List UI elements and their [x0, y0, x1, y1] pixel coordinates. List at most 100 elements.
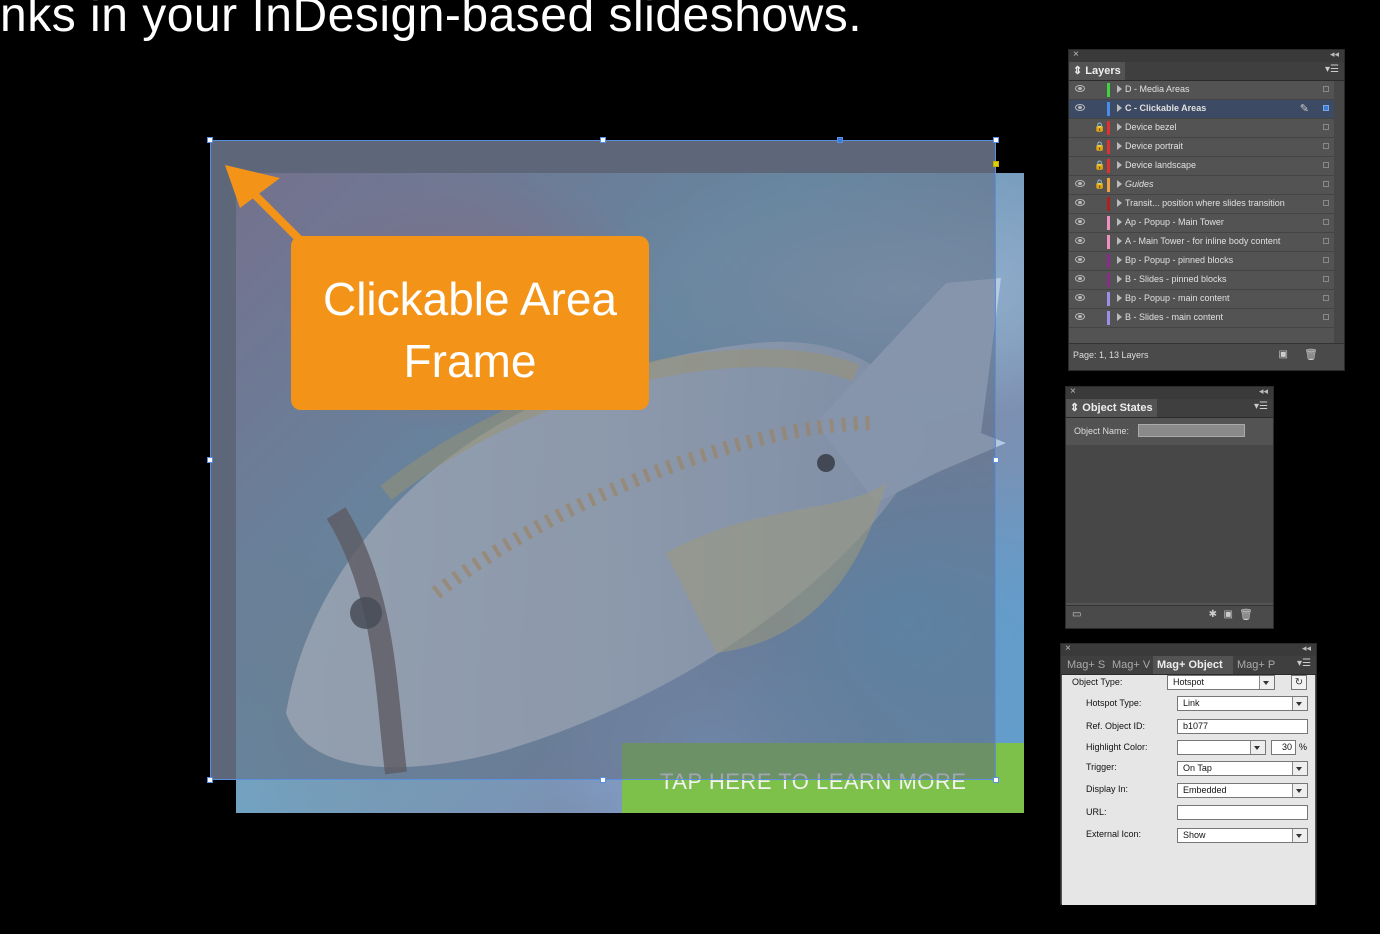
layer-target-square[interactable] — [1323, 162, 1329, 168]
layer-row[interactable]: B - Slides - pinned blocks — [1069, 271, 1343, 290]
layer-target-square[interactable] — [1323, 295, 1329, 301]
close-icon[interactable]: × — [1070, 386, 1076, 397]
close-icon[interactable]: × — [1065, 643, 1071, 654]
resize-handle-tr[interactable] — [993, 137, 999, 143]
eye-icon[interactable] — [1075, 256, 1085, 263]
layer-target-square[interactable] — [1323, 276, 1329, 282]
layer-row[interactable]: D - Media Areas — [1069, 81, 1343, 100]
expand-triangle-icon[interactable] — [1117, 161, 1122, 169]
expand-triangle-icon[interactable] — [1117, 294, 1122, 302]
hotspot-type-select[interactable]: Link — [1177, 696, 1308, 711]
corner-options-handle[interactable] — [993, 161, 999, 167]
layer-row[interactable]: A - Main Tower - for inline body content — [1069, 233, 1343, 252]
eye-icon[interactable] — [1075, 104, 1085, 111]
tab-mag-p[interactable]: Mag+ P — [1233, 656, 1283, 674]
convert-state-icon[interactable]: ✱ — [1209, 609, 1217, 620]
expand-triangle-icon[interactable] — [1117, 85, 1122, 93]
layer-row[interactable]: 🔒 Guides — [1069, 176, 1343, 195]
resize-handle-tl[interactable] — [207, 137, 213, 143]
object-name-input[interactable] — [1138, 424, 1245, 437]
layer-target-square[interactable] — [1323, 314, 1329, 320]
eye-icon[interactable] — [1075, 85, 1085, 92]
layer-target-square[interactable] — [1323, 143, 1329, 149]
expand-triangle-icon[interactable] — [1117, 104, 1122, 112]
trash-icon[interactable]: 🗑 — [1304, 348, 1318, 361]
expand-triangle-icon[interactable] — [1117, 142, 1122, 150]
resize-handle-anchor[interactable] — [837, 137, 843, 143]
layer-row[interactable]: 🔒 Device portrait — [1069, 138, 1343, 157]
layer-row[interactable]: Bp - Popup - pinned blocks — [1069, 252, 1343, 271]
layers-scrollbar[interactable] — [1334, 81, 1344, 345]
url-input[interactable] — [1177, 805, 1308, 820]
new-state-icon[interactable]: ▣ — [1224, 609, 1233, 620]
trash-icon[interactable]: 🗑 — [1239, 608, 1253, 621]
new-layer-icon[interactable]: ▣ — [1279, 349, 1288, 360]
object-type-select[interactable]: Hotspot — [1167, 675, 1275, 690]
layer-row[interactable]: 🔒 Device landscape — [1069, 157, 1343, 176]
tab-layers[interactable]: ⇕ Layers — [1069, 62, 1125, 80]
external-icon-select[interactable]: Show — [1177, 828, 1308, 843]
resize-handle-tm[interactable] — [600, 137, 606, 143]
layer-name: A - Main Tower - for inline body content — [1125, 236, 1281, 246]
tab-mag-object[interactable]: Mag+ Object — [1153, 656, 1233, 674]
eye-icon[interactable] — [1075, 180, 1085, 187]
layer-row[interactable]: 🔒 Device bezel — [1069, 119, 1343, 138]
layer-target-square[interactable] — [1323, 200, 1329, 206]
layer-target-square[interactable] — [1323, 124, 1329, 130]
highlight-color-select[interactable] — [1177, 740, 1266, 755]
layer-row[interactable]: Ap - Popup - Main Tower — [1069, 214, 1343, 233]
lock-icon[interactable]: 🔒 — [1094, 142, 1105, 151]
eye-icon[interactable] — [1075, 237, 1085, 244]
states-scrollbar[interactable] — [1263, 445, 1273, 603]
collapse-icon[interactable]: ◂◂ — [1302, 643, 1311, 654]
eye-icon[interactable] — [1075, 218, 1085, 225]
eye-icon[interactable] — [1075, 313, 1085, 320]
layer-target-square[interactable] — [1323, 181, 1329, 187]
expand-triangle-icon[interactable] — [1117, 180, 1122, 188]
collapse-icon[interactable]: ◂◂ — [1259, 386, 1268, 397]
expand-triangle-icon[interactable] — [1117, 123, 1122, 131]
layer-row[interactable]: Bp - Popup - main content — [1069, 290, 1343, 309]
tab-mag-v[interactable]: Mag+ V — [1108, 656, 1158, 674]
preview-icon[interactable]: ▭ — [1072, 609, 1081, 620]
ref-object-input[interactable]: b1077 — [1177, 719, 1308, 734]
layer-color-swatch — [1107, 273, 1110, 287]
lock-icon[interactable]: 🔒 — [1094, 180, 1105, 189]
layer-target-square[interactable] — [1323, 105, 1329, 111]
resize-handle-br[interactable] — [993, 777, 999, 783]
layer-target-square[interactable] — [1323, 257, 1329, 263]
expand-triangle-icon[interactable] — [1117, 199, 1122, 207]
lock-icon[interactable]: 🔒 — [1094, 123, 1105, 132]
collapse-icon[interactable]: ◂◂ — [1330, 49, 1339, 60]
tab-mag-s[interactable]: Mag+ S — [1063, 656, 1113, 674]
expand-triangle-icon[interactable] — [1117, 275, 1122, 283]
lock-icon[interactable]: 🔒 — [1094, 161, 1105, 170]
expand-triangle-icon[interactable] — [1117, 218, 1122, 226]
resize-handle-bm[interactable] — [600, 777, 606, 783]
panel-menu-icon[interactable]: ▾☰ — [1297, 658, 1311, 669]
resize-handle-bl[interactable] — [207, 777, 213, 783]
layer-row[interactable]: C - Clickable Areas ✎ — [1069, 100, 1343, 119]
expand-triangle-icon[interactable] — [1117, 237, 1122, 245]
layer-target-square[interactable] — [1323, 86, 1329, 92]
eye-icon[interactable] — [1075, 294, 1085, 301]
panel-menu-icon[interactable]: ▾☰ — [1254, 401, 1268, 412]
close-icon[interactable]: × — [1073, 49, 1079, 60]
tab-object-states[interactable]: ⇕ Object States — [1066, 399, 1157, 417]
layer-name: B - Slides - main content — [1125, 312, 1224, 322]
refresh-icon[interactable]: ↻ — [1291, 675, 1307, 690]
eye-icon[interactable] — [1075, 275, 1085, 282]
layer-target-square[interactable] — [1323, 219, 1329, 225]
highlight-opacity-input[interactable]: 30 — [1271, 740, 1296, 755]
expand-triangle-icon[interactable] — [1117, 313, 1122, 321]
display-in-select[interactable]: Embedded — [1177, 783, 1308, 798]
layer-row[interactable]: B - Slides - main content — [1069, 309, 1343, 328]
resize-handle-mr[interactable] — [993, 457, 999, 463]
expand-triangle-icon[interactable] — [1117, 256, 1122, 264]
eye-icon[interactable] — [1075, 199, 1085, 206]
layer-target-square[interactable] — [1323, 238, 1329, 244]
resize-handle-ml[interactable] — [207, 457, 213, 463]
layer-row[interactable]: Transit... position where slides transit… — [1069, 195, 1343, 214]
trigger-select[interactable]: On Tap — [1177, 761, 1308, 776]
panel-menu-icon[interactable]: ▾☰ — [1325, 64, 1339, 75]
